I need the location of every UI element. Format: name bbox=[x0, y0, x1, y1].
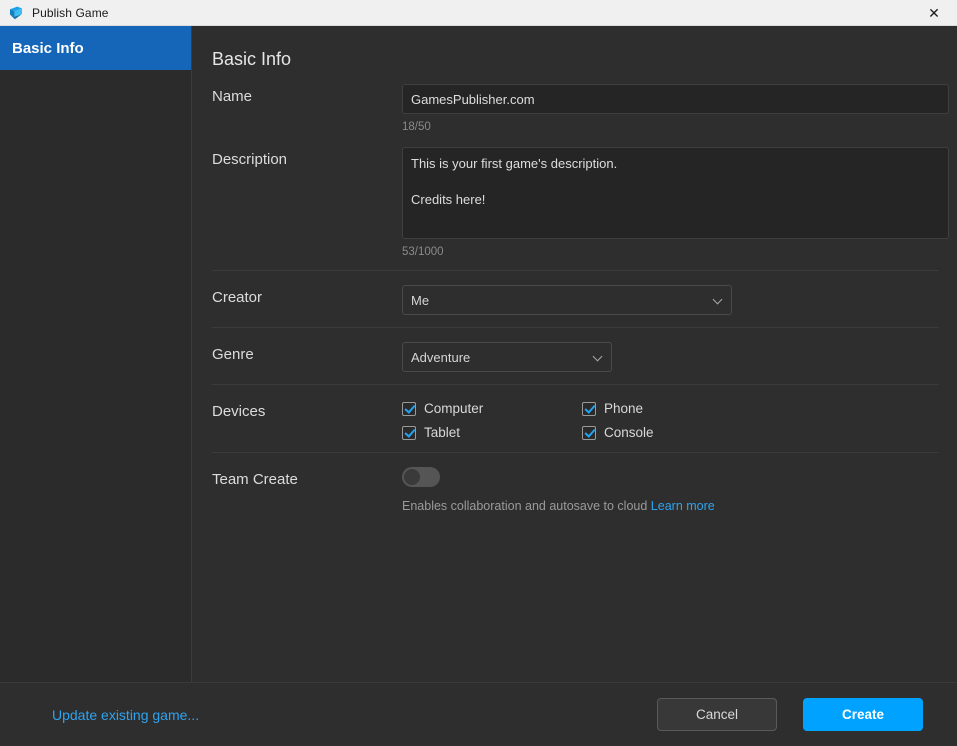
publish-game-dialog: Publish Game ✕ Basic Info Basic Info Nam… bbox=[0, 0, 957, 746]
device-checkbox-tablet[interactable]: Tablet bbox=[402, 425, 582, 440]
creator-selected-value: Me bbox=[411, 292, 430, 308]
field-row-devices: Devices Computer Phone Tablet Console bbox=[212, 384, 939, 440]
sidebar-item-basic-info[interactable]: Basic Info bbox=[0, 26, 191, 70]
title-bar: Publish Game ✕ bbox=[0, 0, 957, 26]
name-input[interactable] bbox=[402, 84, 949, 114]
team-create-toggle[interactable] bbox=[402, 467, 440, 487]
field-row-team-create: Team Create Enables collaboration and au… bbox=[212, 452, 939, 513]
creator-select[interactable]: Me bbox=[402, 285, 732, 315]
field-row-genre: Genre Adventure bbox=[212, 327, 939, 372]
name-counter: 18/50 bbox=[402, 121, 431, 133]
description-counter: 53/1000 bbox=[402, 246, 444, 258]
create-button[interactable]: Create bbox=[803, 698, 923, 731]
device-label: Computer bbox=[424, 401, 484, 416]
dialog-footer: Update existing game... Cancel Create bbox=[0, 683, 957, 746]
window-title: Publish Game bbox=[32, 5, 109, 20]
description-field-wrap: This is your first game's description. C… bbox=[402, 147, 949, 258]
page-title: Basic Info bbox=[212, 49, 292, 69]
field-row-description: Description This is your first game's de… bbox=[212, 133, 949, 258]
devices-field-wrap: Computer Phone Tablet Console bbox=[402, 399, 939, 440]
team-create-helper-text: Enables collaboration and autosave to cl… bbox=[402, 499, 648, 513]
team-create-helper: Enables collaboration and autosave to cl… bbox=[402, 499, 939, 513]
devices-label: Devices bbox=[212, 403, 266, 420]
description-input[interactable]: This is your first game's description. C… bbox=[402, 147, 949, 239]
cancel-button[interactable]: Cancel bbox=[657, 698, 777, 731]
creator-label: Creator bbox=[212, 289, 263, 306]
device-label: Phone bbox=[604, 401, 644, 416]
chevron-down-icon bbox=[713, 295, 723, 305]
basic-info-form: Name 18/50 Description This is your firs… bbox=[192, 70, 957, 513]
genre-field-wrap: Adventure bbox=[402, 342, 939, 372]
field-row-name: Name 18/50 bbox=[212, 70, 949, 133]
device-label: Console bbox=[604, 425, 654, 440]
learn-more-link[interactable]: Learn more bbox=[651, 499, 715, 513]
main-content: Basic Info Name 18/50 Description This i… bbox=[192, 26, 957, 682]
description-label: Description bbox=[212, 151, 288, 168]
genre-label: Genre bbox=[212, 346, 254, 363]
device-checkbox-computer[interactable]: Computer bbox=[402, 401, 582, 416]
team-create-field-wrap: Enables collaboration and autosave to cl… bbox=[402, 467, 939, 513]
checkbox-icon bbox=[402, 425, 416, 440]
name-label: Name bbox=[212, 88, 253, 105]
chevron-down-icon bbox=[593, 352, 603, 362]
device-checkbox-phone[interactable]: Phone bbox=[582, 401, 762, 416]
genre-select[interactable]: Adventure bbox=[402, 342, 612, 372]
field-row-creator: Creator Me bbox=[212, 270, 939, 315]
team-create-label: Team Create bbox=[212, 471, 298, 488]
device-label: Tablet bbox=[424, 425, 461, 440]
checkbox-icon bbox=[402, 401, 416, 416]
update-existing-game-link[interactable]: Update existing game... bbox=[52, 707, 199, 723]
name-field-wrap: 18/50 bbox=[402, 84, 949, 133]
sidebar-item-label: Basic Info bbox=[12, 39, 84, 57]
dialog-body: Basic Info Basic Info Name 18/50 Descrip… bbox=[0, 26, 957, 683]
checkbox-icon bbox=[582, 425, 596, 440]
device-checkbox-console[interactable]: Console bbox=[582, 425, 762, 440]
genre-selected-value: Adventure bbox=[411, 349, 471, 365]
toggle-knob bbox=[404, 469, 420, 485]
creator-field-wrap: Me bbox=[402, 285, 939, 315]
close-icon[interactable]: ✕ bbox=[911, 0, 957, 26]
devices-grid: Computer Phone Tablet Console bbox=[402, 399, 939, 440]
sidebar: Basic Info bbox=[0, 26, 192, 682]
checkbox-icon bbox=[582, 401, 596, 416]
studio-icon bbox=[8, 5, 24, 21]
